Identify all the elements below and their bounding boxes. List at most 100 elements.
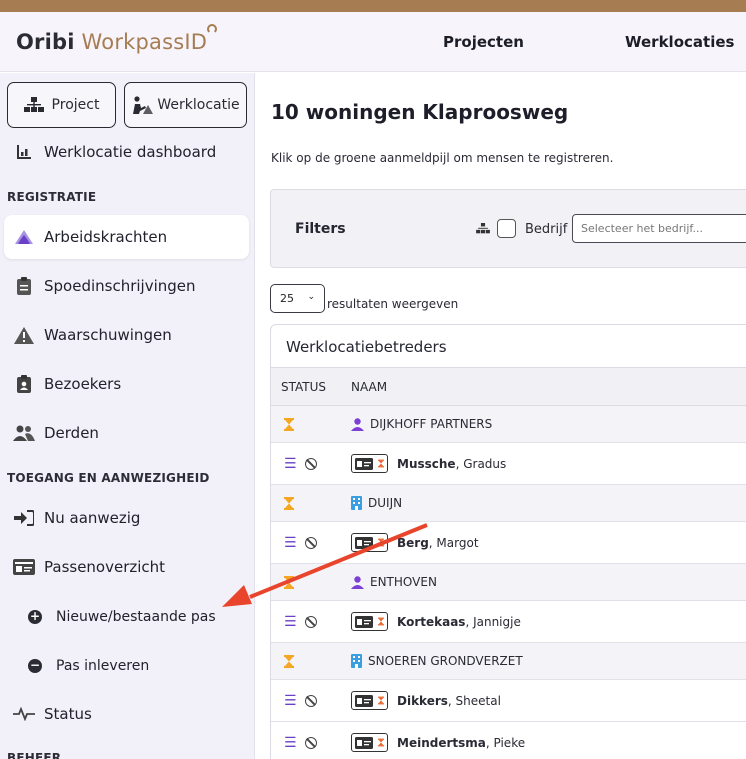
id-card-icon xyxy=(13,559,35,575)
id-card-icon xyxy=(354,694,373,707)
minus-circle-icon: − xyxy=(28,658,42,673)
worker-icon xyxy=(133,96,154,114)
company-group-row: SNOEREN GRONDVERZET xyxy=(271,643,746,680)
company-group-row: DIJKHOFF PARTNERS xyxy=(271,406,746,443)
company-group-row: DUIJN xyxy=(271,485,746,522)
first-name: , Sheetal xyxy=(447,693,501,708)
menu-icon[interactable]: ☰ xyxy=(284,693,297,709)
table-header: STATUS NAAM xyxy=(271,368,746,406)
plus-circle-icon: + xyxy=(28,609,42,624)
id-card-status-icon[interactable] xyxy=(351,533,388,552)
sidebar-subitem-pas-inleveren[interactable]: − Pas inleveren xyxy=(28,651,149,681)
sidebar-item-label: Derden xyxy=(44,424,99,442)
id-card-icon xyxy=(354,736,373,749)
org-chart-icon xyxy=(23,97,44,112)
chart-icon xyxy=(17,145,31,159)
chevron-down-icon: ⌄ xyxy=(307,292,315,302)
logo[interactable]: Oribi WorkpassID xyxy=(16,24,218,54)
menu-icon[interactable]: ☰ xyxy=(284,735,297,751)
sidebar-item-label: Nu aanwezig xyxy=(44,509,141,527)
last-name[interactable]: Dikkers xyxy=(397,694,448,708)
hourglass-icon xyxy=(284,417,294,431)
last-name[interactable]: Berg xyxy=(397,536,429,550)
block-icon[interactable] xyxy=(304,457,317,470)
person-icon xyxy=(351,575,364,589)
main-content: 10 woningen Klaproosweg Klik op de groen… xyxy=(256,73,746,759)
sidebar-item-bezoekers[interactable]: Bezoekers xyxy=(4,362,249,406)
project-button-label: Project xyxy=(51,97,100,113)
sidebar-item-label: Status xyxy=(44,705,92,723)
menu-icon[interactable]: ☰ xyxy=(284,535,297,551)
company-name: DUIJN xyxy=(368,496,403,510)
sidebar-subitem-label: Nieuwe/bestaande pas xyxy=(56,609,216,625)
id-card-status-icon[interactable] xyxy=(351,612,388,631)
id-card-icon xyxy=(354,536,373,549)
sidebar-item-status[interactable]: Status xyxy=(4,692,249,736)
sidebar: Project Werklocatie Werklocatie dashboar… xyxy=(0,73,255,759)
warning-icon xyxy=(14,326,34,344)
hourglass-icon xyxy=(284,654,294,668)
hourglass-icon xyxy=(284,575,294,589)
sidebar-item-label: Bezoekers xyxy=(44,375,122,393)
block-icon[interactable] xyxy=(304,736,317,749)
hourglass-small-icon xyxy=(378,459,385,468)
sidebar-subitem-nieuwe-pas[interactable]: + Nieuwe/bestaande pas xyxy=(28,602,216,632)
id-card-status-icon[interactable] xyxy=(351,691,388,710)
last-name[interactable]: Mussche xyxy=(397,457,456,471)
visitor-clipboard-icon xyxy=(17,375,31,393)
werklocatie-button[interactable]: Werklocatie xyxy=(124,82,247,128)
top-accent-bar xyxy=(0,0,746,12)
id-card-status-icon[interactable] xyxy=(351,454,388,473)
sidebar-item-spoedinschrijvingen[interactable]: Spoedinschrijvingen xyxy=(4,264,249,308)
filters-panel: Filters Bedrijf Selecteer het bedrijf... xyxy=(270,189,746,268)
sidebar-item-passenoverzicht[interactable]: Passenoverzicht xyxy=(4,545,249,589)
org-chart-icon xyxy=(476,223,490,234)
last-name[interactable]: Kortekaas xyxy=(397,615,465,629)
sidebar-item-derden[interactable]: Derden xyxy=(4,411,249,455)
pulse-icon xyxy=(13,707,35,721)
block-icon[interactable] xyxy=(304,615,317,628)
column-status: STATUS xyxy=(281,379,327,394)
menu-icon[interactable]: ☰ xyxy=(284,614,297,630)
id-card-icon xyxy=(354,457,373,470)
sidebar-item-dashboard[interactable]: Werklocatie dashboard xyxy=(4,130,249,174)
workers-icon xyxy=(15,230,33,244)
hourglass-small-icon xyxy=(378,538,385,547)
nav-werklocaties[interactable]: Werklocaties xyxy=(625,33,734,51)
id-card-status-icon[interactable] xyxy=(351,733,388,752)
first-name: , Jannigje xyxy=(465,614,521,629)
logo-workpass: WorkpassID xyxy=(81,30,208,54)
page-title: 10 woningen Klaproosweg xyxy=(271,100,569,124)
app-header: Oribi WorkpassID Projecten Werklocaties xyxy=(0,12,746,72)
sidebar-item-label: Waarschuwingen xyxy=(44,326,172,344)
person-row: ☰ Dikkers, Sheetal xyxy=(271,680,746,722)
page-size-select[interactable]: 25 ⌄ xyxy=(270,284,325,313)
users-icon xyxy=(13,425,35,441)
block-icon[interactable] xyxy=(304,694,317,707)
company-label: Bedrijf xyxy=(525,222,568,237)
attendees-table: Werklocatiebetreders STATUS NAAM DIJKHOF… xyxy=(270,324,746,759)
logo-ring-icon xyxy=(207,24,218,34)
section-heading-registratie: REGISTRATIE xyxy=(7,190,97,204)
building-icon xyxy=(351,654,362,668)
results-label: resultaten weergeven xyxy=(327,297,459,311)
building-icon xyxy=(351,496,362,510)
sidebar-subitem-label: Pas inleveren xyxy=(56,658,150,674)
last-name[interactable]: Meindertsma xyxy=(397,736,486,750)
project-button[interactable]: Project xyxy=(7,82,116,128)
sidebar-item-arbeidskrachten[interactable]: Arbeidskrachten xyxy=(4,215,249,259)
block-icon[interactable] xyxy=(304,536,317,549)
clipboard-icon xyxy=(17,277,31,295)
table-body: DIJKHOFF PARTNERS ☰ Mussche, Gradus DUIJN ☰ B… xyxy=(271,406,746,759)
sidebar-item-nu-aanwezig[interactable]: Nu aanwezig xyxy=(4,496,249,540)
intro-text: Klik op de groene aanmeldpijl om mensen … xyxy=(271,151,614,165)
company-select[interactable]: Selecteer het bedrijf... xyxy=(572,214,746,243)
company-filter-checkbox[interactable] xyxy=(497,219,516,238)
menu-icon[interactable]: ☰ xyxy=(284,456,297,472)
sidebar-item-waarschuwingen[interactable]: Waarschuwingen xyxy=(4,313,249,357)
section-heading-beheer: BEHEER xyxy=(7,751,62,759)
nav-projecten[interactable]: Projecten xyxy=(443,33,524,51)
sidebar-item-label: Arbeidskrachten xyxy=(44,228,168,246)
sidebar-item-label: Passenoverzicht xyxy=(44,558,166,576)
sidebar-item-label: Werklocatie dashboard xyxy=(44,143,217,161)
